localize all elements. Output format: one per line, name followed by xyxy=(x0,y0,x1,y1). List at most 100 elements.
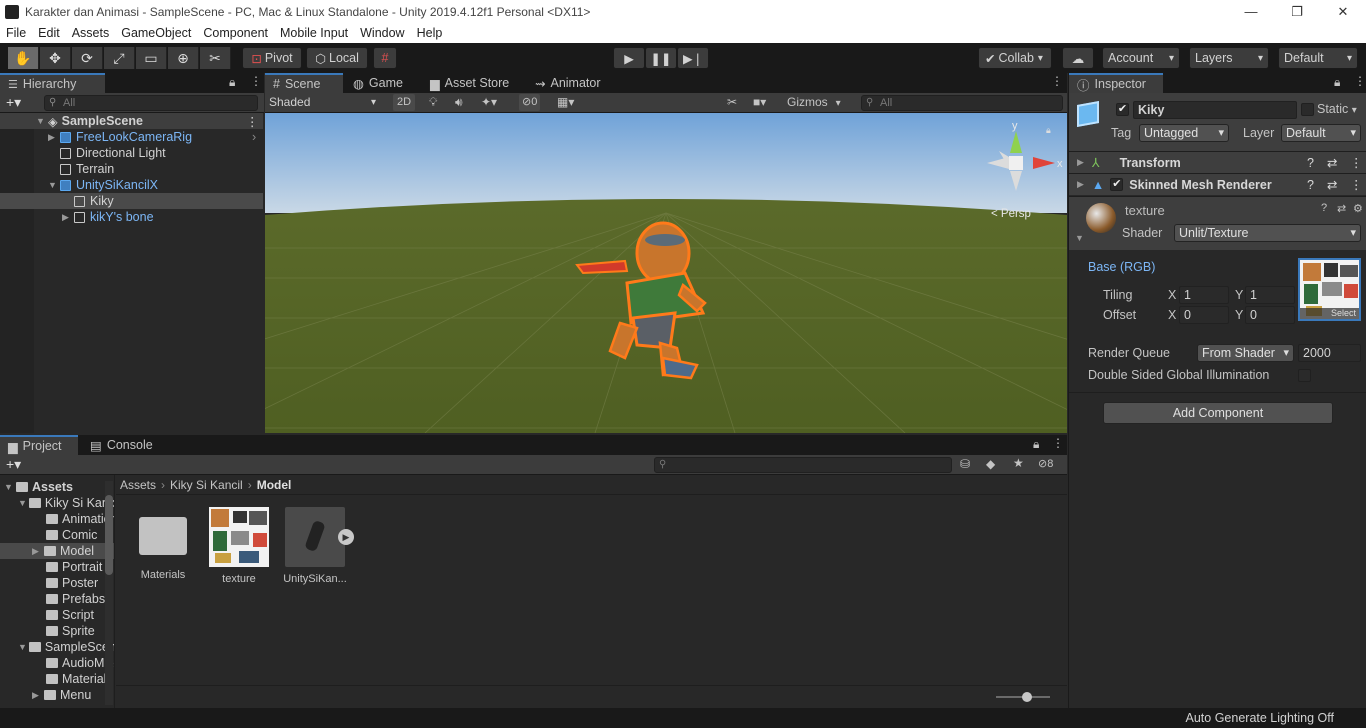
step-button[interactable]: ▶❘ xyxy=(677,47,709,69)
hidden-packages-toggle[interactable]: ⊘8 xyxy=(1038,457,1053,470)
tab-hierarchy[interactable]: ☰ Hierarchy xyxy=(0,73,105,93)
create-plus-icon[interactable]: +▾ xyxy=(6,94,21,111)
lock-icon[interactable]: 🔒︎ xyxy=(1334,75,1340,90)
expand-arrow-icon[interactable]: ▼ xyxy=(18,498,27,508)
tab-scene[interactable]: # Scene xyxy=(265,73,343,93)
component-skinned-mesh-renderer[interactable]: ▶ ▲ ✔ Skinned Mesh Renderer ? ⇄ ⋮ xyxy=(1069,173,1366,195)
object-name-input[interactable]: Kiky xyxy=(1133,101,1297,119)
lightbulb-icon[interactable]: 💡︎ xyxy=(429,95,437,110)
tree-item-kiky-si-kancil[interactable]: ▼ Kiky Si Kancil xyxy=(0,495,114,511)
offset-y-input[interactable]: 0 xyxy=(1245,306,1295,324)
tab-console[interactable]: ▤ Console xyxy=(82,435,161,455)
maximize-button[interactable]: ❐ xyxy=(1274,0,1320,23)
scene-row[interactable]: ▼ ◈ SampleScene ⋮ xyxy=(0,113,263,129)
tree-item-assets[interactable]: ▼ Assets xyxy=(0,479,114,495)
tree-item-samplescene[interactable]: ▼ SampleScene xyxy=(0,639,114,655)
collapse-arrow-icon[interactable]: ▶ xyxy=(32,546,42,557)
favorites-star-icon[interactable]: ★ xyxy=(1013,456,1024,470)
tree-item-audiomixer[interactable]: AudioMixer xyxy=(0,655,114,671)
scrollbar-thumb[interactable] xyxy=(105,495,113,575)
component-transform[interactable]: ▶ ⅄ Transform ? ⇄ ⋮ xyxy=(1069,151,1366,173)
more-icon[interactable]: ⋮ xyxy=(1051,74,1063,88)
tiling-y-input[interactable]: 1 xyxy=(1245,286,1295,304)
tree-item-menu[interactable]: ▶ Menu xyxy=(0,687,114,703)
tree-item-script[interactable]: Script xyxy=(0,607,114,623)
tab-project[interactable]: ▆ Project xyxy=(0,435,78,455)
tree-scrollbar[interactable] xyxy=(105,481,113,705)
hierarchy-item-unitysikancilx[interactable]: ▼ UnitySiKancilX xyxy=(0,177,263,193)
local-toggle[interactable]: ⬡ Local xyxy=(306,47,368,69)
tree-item-portrait[interactable]: Portrait xyxy=(0,559,114,575)
collapse-arrow-icon[interactable]: ▶ xyxy=(32,690,42,701)
menu-window[interactable]: Window xyxy=(354,26,410,40)
breadcrumb-model[interactable]: Model xyxy=(257,478,292,492)
audio-icon[interactable]: 🔊︎ xyxy=(455,95,463,110)
custom-tool-icon[interactable]: ✂ xyxy=(200,47,231,69)
auto-generate-lighting-status[interactable]: Auto Generate Lighting Off xyxy=(1186,711,1334,725)
asset-materials-folder[interactable]: Materials xyxy=(130,507,196,581)
tiling-x-input[interactable]: 1 xyxy=(1179,286,1229,304)
minimize-button[interactable]: — xyxy=(1228,0,1274,23)
move-tool-icon[interactable]: ✥ xyxy=(40,47,71,69)
hierarchy-item-freelookcamerarig[interactable]: ▶ FreeLookCameraRig › xyxy=(0,129,263,145)
tree-item-comic[interactable]: Comic xyxy=(0,527,114,543)
expand-arrow-icon[interactable]: ▼ xyxy=(48,180,58,190)
tree-item-prefabs[interactable]: Prefabs xyxy=(0,591,114,607)
transform-tool-icon[interactable]: ⊕ xyxy=(168,47,199,69)
persp-label[interactable]: < Persp xyxy=(991,208,1031,220)
expand-arrow-icon[interactable]: ▼ xyxy=(1075,233,1084,243)
expand-arrow-icon[interactable]: ▼ xyxy=(18,642,27,652)
asset-unitysikancil-model[interactable]: ▶ UnitySiKan... xyxy=(282,507,354,585)
rect-tool-icon[interactable]: ▭ xyxy=(136,47,167,69)
preset-icon[interactable]: ⇄ xyxy=(1327,177,1337,192)
expand-arrow-icon[interactable]: ▼ xyxy=(36,116,46,126)
more-icon[interactable]: ⋮ xyxy=(1052,436,1064,450)
menu-component[interactable]: Component xyxy=(197,26,274,40)
hand-tool-icon[interactable]: ✋ xyxy=(8,47,39,69)
search-by-type-icon[interactable]: ⛁ xyxy=(960,457,970,471)
hidden-objects-toggle[interactable]: ⊘0 xyxy=(519,94,541,111)
more-icon[interactable]: ⋮ xyxy=(250,74,262,88)
shader-dropdown[interactable]: Unlit/Texture xyxy=(1174,224,1361,242)
tab-animator[interactable]: ⇝ Animator xyxy=(527,73,609,93)
enabled-checkbox[interactable]: ✔ xyxy=(1110,178,1124,191)
hierarchy-search-input[interactable]: ⚲ All xyxy=(44,95,258,111)
lock-icon[interactable]: 🔒︎ xyxy=(229,75,235,90)
toggle-2d-button[interactable]: 2D xyxy=(393,94,415,111)
hierarchy-item-terrain[interactable]: Terrain xyxy=(0,161,263,177)
account-dropdown[interactable]: Account ▾ xyxy=(1102,47,1180,69)
expand-play-icon[interactable]: ▶ xyxy=(338,529,354,545)
effects-icon[interactable]: ✦▾ xyxy=(481,95,497,109)
collapse-arrow-icon[interactable]: ▶ xyxy=(1077,157,1084,168)
tag-dropdown[interactable]: Untagged xyxy=(1139,124,1229,142)
preset-icon[interactable]: ⇄ xyxy=(1337,202,1346,215)
collab-dropdown[interactable]: ✔ Collab ▾ xyxy=(978,47,1052,69)
menu-gameobject[interactable]: GameObject xyxy=(115,26,197,40)
more-icon[interactable]: ⋮ xyxy=(1350,155,1363,170)
menu-assets[interactable]: Assets xyxy=(66,26,116,40)
scene-search-input[interactable]: ⚲ All xyxy=(861,95,1063,111)
chevron-right-icon[interactable]: › xyxy=(252,130,256,144)
play-button[interactable]: ▶ xyxy=(613,47,645,69)
menu-help[interactable]: Help xyxy=(411,26,449,40)
layer-dropdown[interactable]: Default xyxy=(1281,124,1361,142)
search-by-label-icon[interactable]: ◆ xyxy=(986,457,995,471)
pause-button[interactable]: ❚❚ xyxy=(645,47,677,69)
help-icon[interactable]: ? xyxy=(1321,202,1327,214)
menu-file[interactable]: File xyxy=(0,26,32,40)
preset-icon[interactable]: ⇄ xyxy=(1327,155,1337,170)
texture-slot-thumbnail[interactable]: Select xyxy=(1298,258,1361,321)
tab-asset-store[interactable]: ▆ Asset Store xyxy=(422,73,517,93)
scene-viewport[interactable]: y x < Persp 🔒︎ xyxy=(265,113,1067,433)
hierarchy-item-kikys-bone[interactable]: ▶ kikY's bone xyxy=(0,209,263,225)
project-search-input[interactable]: ⚲ xyxy=(654,457,952,473)
layout-dropdown[interactable]: Default ▾ xyxy=(1278,47,1358,69)
offset-x-input[interactable]: 0 xyxy=(1179,306,1229,324)
render-queue-dropdown[interactable]: From Shader xyxy=(1197,344,1294,362)
gizmos-dropdown[interactable]: Gizmos ▾ xyxy=(783,93,845,112)
texture-select-button[interactable]: Select xyxy=(1300,308,1359,319)
tools-icon[interactable]: ✂ xyxy=(727,95,737,109)
help-icon[interactable]: ? xyxy=(1307,178,1314,192)
tab-inspector[interactable]: ⓘ Inspector xyxy=(1069,73,1163,93)
zoom-slider-thumb[interactable] xyxy=(1022,692,1032,702)
